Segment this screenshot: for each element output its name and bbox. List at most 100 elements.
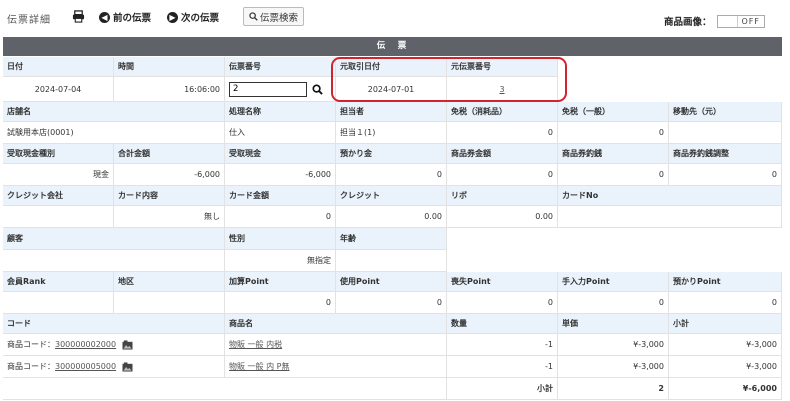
- item-price: ¥-3,000: [558, 334, 669, 356]
- prev-slip-label: 前の伝票: [113, 13, 152, 24]
- header-quantity: 数量: [447, 314, 558, 334]
- print-icon[interactable]: [72, 10, 85, 23]
- toggle-knob: [718, 16, 738, 27]
- item-code-link[interactable]: 300000005000: [55, 362, 116, 371]
- value-card-no: [558, 206, 782, 228]
- slip-search-button[interactable]: 伝票検索: [243, 7, 305, 26]
- item-code-cell: 商品コード： 300000005000: [3, 356, 225, 378]
- header-added-point: 加算Point: [225, 272, 336, 292]
- value-voucher-change: 0: [558, 164, 669, 186]
- header-orig-slip: 元伝票番号: [447, 57, 558, 77]
- value-area: [114, 292, 225, 314]
- header-product-name: 商品名: [225, 314, 447, 334]
- header-slip-number: 伝票番号: [225, 57, 336, 77]
- value-customer: [3, 250, 225, 272]
- header-revolving: リボ: [447, 186, 558, 206]
- header-deposit: 預かり金: [336, 144, 447, 164]
- header-process: 処理名称: [225, 102, 336, 122]
- product-image-toggle[interactable]: OFF: [717, 15, 765, 28]
- item-subtotal: ¥-3,000: [669, 356, 782, 378]
- toggle-state: OFF: [741, 17, 760, 26]
- slip-number-input[interactable]: [229, 81, 307, 97]
- value-credit-company: [3, 206, 114, 228]
- value-card-content: 無し: [114, 206, 225, 228]
- value-staff: 担当１(1): [336, 122, 447, 144]
- header-manual-point: 手入力Point: [558, 272, 669, 292]
- header-voucher-amount: 商品券金額: [447, 144, 558, 164]
- value-tax-free-general: 0: [558, 122, 669, 144]
- header-cash-type: 受取現金種別: [3, 144, 114, 164]
- header-date: 日付: [3, 57, 114, 77]
- header-customer: 顧客: [3, 228, 225, 250]
- item-code-label: 商品コード：: [7, 362, 55, 371]
- header-lost-point: 喪失Point: [447, 272, 558, 292]
- header-credit-company: クレジット会社: [3, 186, 114, 206]
- footer-total-amount: ¥-6,000: [669, 378, 782, 400]
- item-name-link[interactable]: 物販 一般 内税: [229, 339, 282, 350]
- header-age: 年齢: [336, 228, 447, 250]
- item-qty: -1: [447, 334, 558, 356]
- header-staff: 担当者: [336, 102, 447, 122]
- value-tax-free-consumable: 0: [447, 122, 558, 144]
- arrow-left-circle-icon: ◀: [99, 11, 110, 23]
- item-code-link[interactable]: 300000002000: [55, 340, 116, 349]
- header-store: 店舗名: [3, 102, 225, 122]
- header-code: コード: [3, 314, 225, 334]
- value-voucher-change-adjust: 0: [669, 164, 782, 186]
- header-used-point: 使用Point: [336, 272, 447, 292]
- product-image-label: 商品画像：: [664, 17, 712, 28]
- prev-slip-button[interactable]: ◀ 前の伝票: [99, 10, 151, 24]
- value-voucher-amount: 0: [447, 164, 558, 186]
- product-image-icon[interactable]: [122, 339, 133, 350]
- header-card-no: カードNo: [558, 186, 782, 206]
- value-orig-date: 2024-07-01: [336, 77, 447, 102]
- header-deposit-point: 預かりPoint: [669, 272, 782, 292]
- header-card-amount: カード金額: [225, 186, 336, 206]
- next-slip-label: 次の伝票: [181, 13, 220, 24]
- value-date: 2024-07-04: [3, 77, 114, 102]
- header-tax-free-general: 免税（一般）: [558, 102, 669, 122]
- value-credit: 0.00: [336, 206, 447, 228]
- value-deposit: 0: [336, 164, 447, 186]
- header-orig-date: 元取引日付: [336, 57, 447, 77]
- value-manual-point: 0: [558, 292, 669, 314]
- header-area: 地区: [114, 272, 225, 292]
- item-name-cell: 物販 一般 内税: [225, 334, 447, 356]
- footer-total-qty: 2: [558, 378, 669, 400]
- header-destination: 移動先（元）: [669, 102, 782, 122]
- search-icon[interactable]: [312, 83, 323, 95]
- orig-slip-link[interactable]: 3: [499, 85, 504, 94]
- value-time: 16:06:00: [114, 77, 225, 102]
- value-card-amount: 0: [225, 206, 336, 228]
- value-destination: [669, 122, 782, 144]
- item-code-label: 商品コード：: [7, 340, 55, 349]
- product-image-icon[interactable]: [122, 361, 133, 372]
- header-time: 時間: [114, 57, 225, 77]
- value-total: -6,000: [114, 164, 225, 186]
- item-price: ¥-3,000: [558, 356, 669, 378]
- header-gender: 性別: [225, 228, 336, 250]
- value-lost-point: 0: [447, 292, 558, 314]
- header-total: 合計金額: [114, 144, 225, 164]
- value-orig-slip-cell: 3: [447, 77, 558, 102]
- footer-spacer: [3, 378, 447, 400]
- header-cash-received: 受取現金: [225, 144, 336, 164]
- value-used-point: 0: [336, 292, 447, 314]
- header-credit: クレジット: [336, 186, 447, 206]
- header-member-rank: 会員Rank: [3, 272, 114, 292]
- slip-search-label: 伝票検索: [260, 12, 299, 24]
- next-slip-button[interactable]: ▶ 次の伝票: [167, 10, 219, 24]
- value-age: [336, 250, 447, 272]
- value-revolving: 0.00: [447, 206, 558, 228]
- item-subtotal: ¥-3,000: [669, 334, 782, 356]
- value-store: 試験用本店(0001): [3, 122, 225, 144]
- value-member-rank: [3, 292, 114, 314]
- item-name-cell: 物販 一般 内 P無: [225, 356, 447, 378]
- header-unit-price: 単価: [558, 314, 669, 334]
- value-process: 仕入: [225, 122, 336, 144]
- item-name-link[interactable]: 物販 一般 内 P無: [229, 361, 289, 372]
- value-deposit-point: 0: [669, 292, 782, 314]
- footer-subtotal-label: 小計: [447, 378, 558, 400]
- slip-banner: 伝 票: [3, 37, 782, 56]
- value-cash-received: -6,000: [225, 164, 336, 186]
